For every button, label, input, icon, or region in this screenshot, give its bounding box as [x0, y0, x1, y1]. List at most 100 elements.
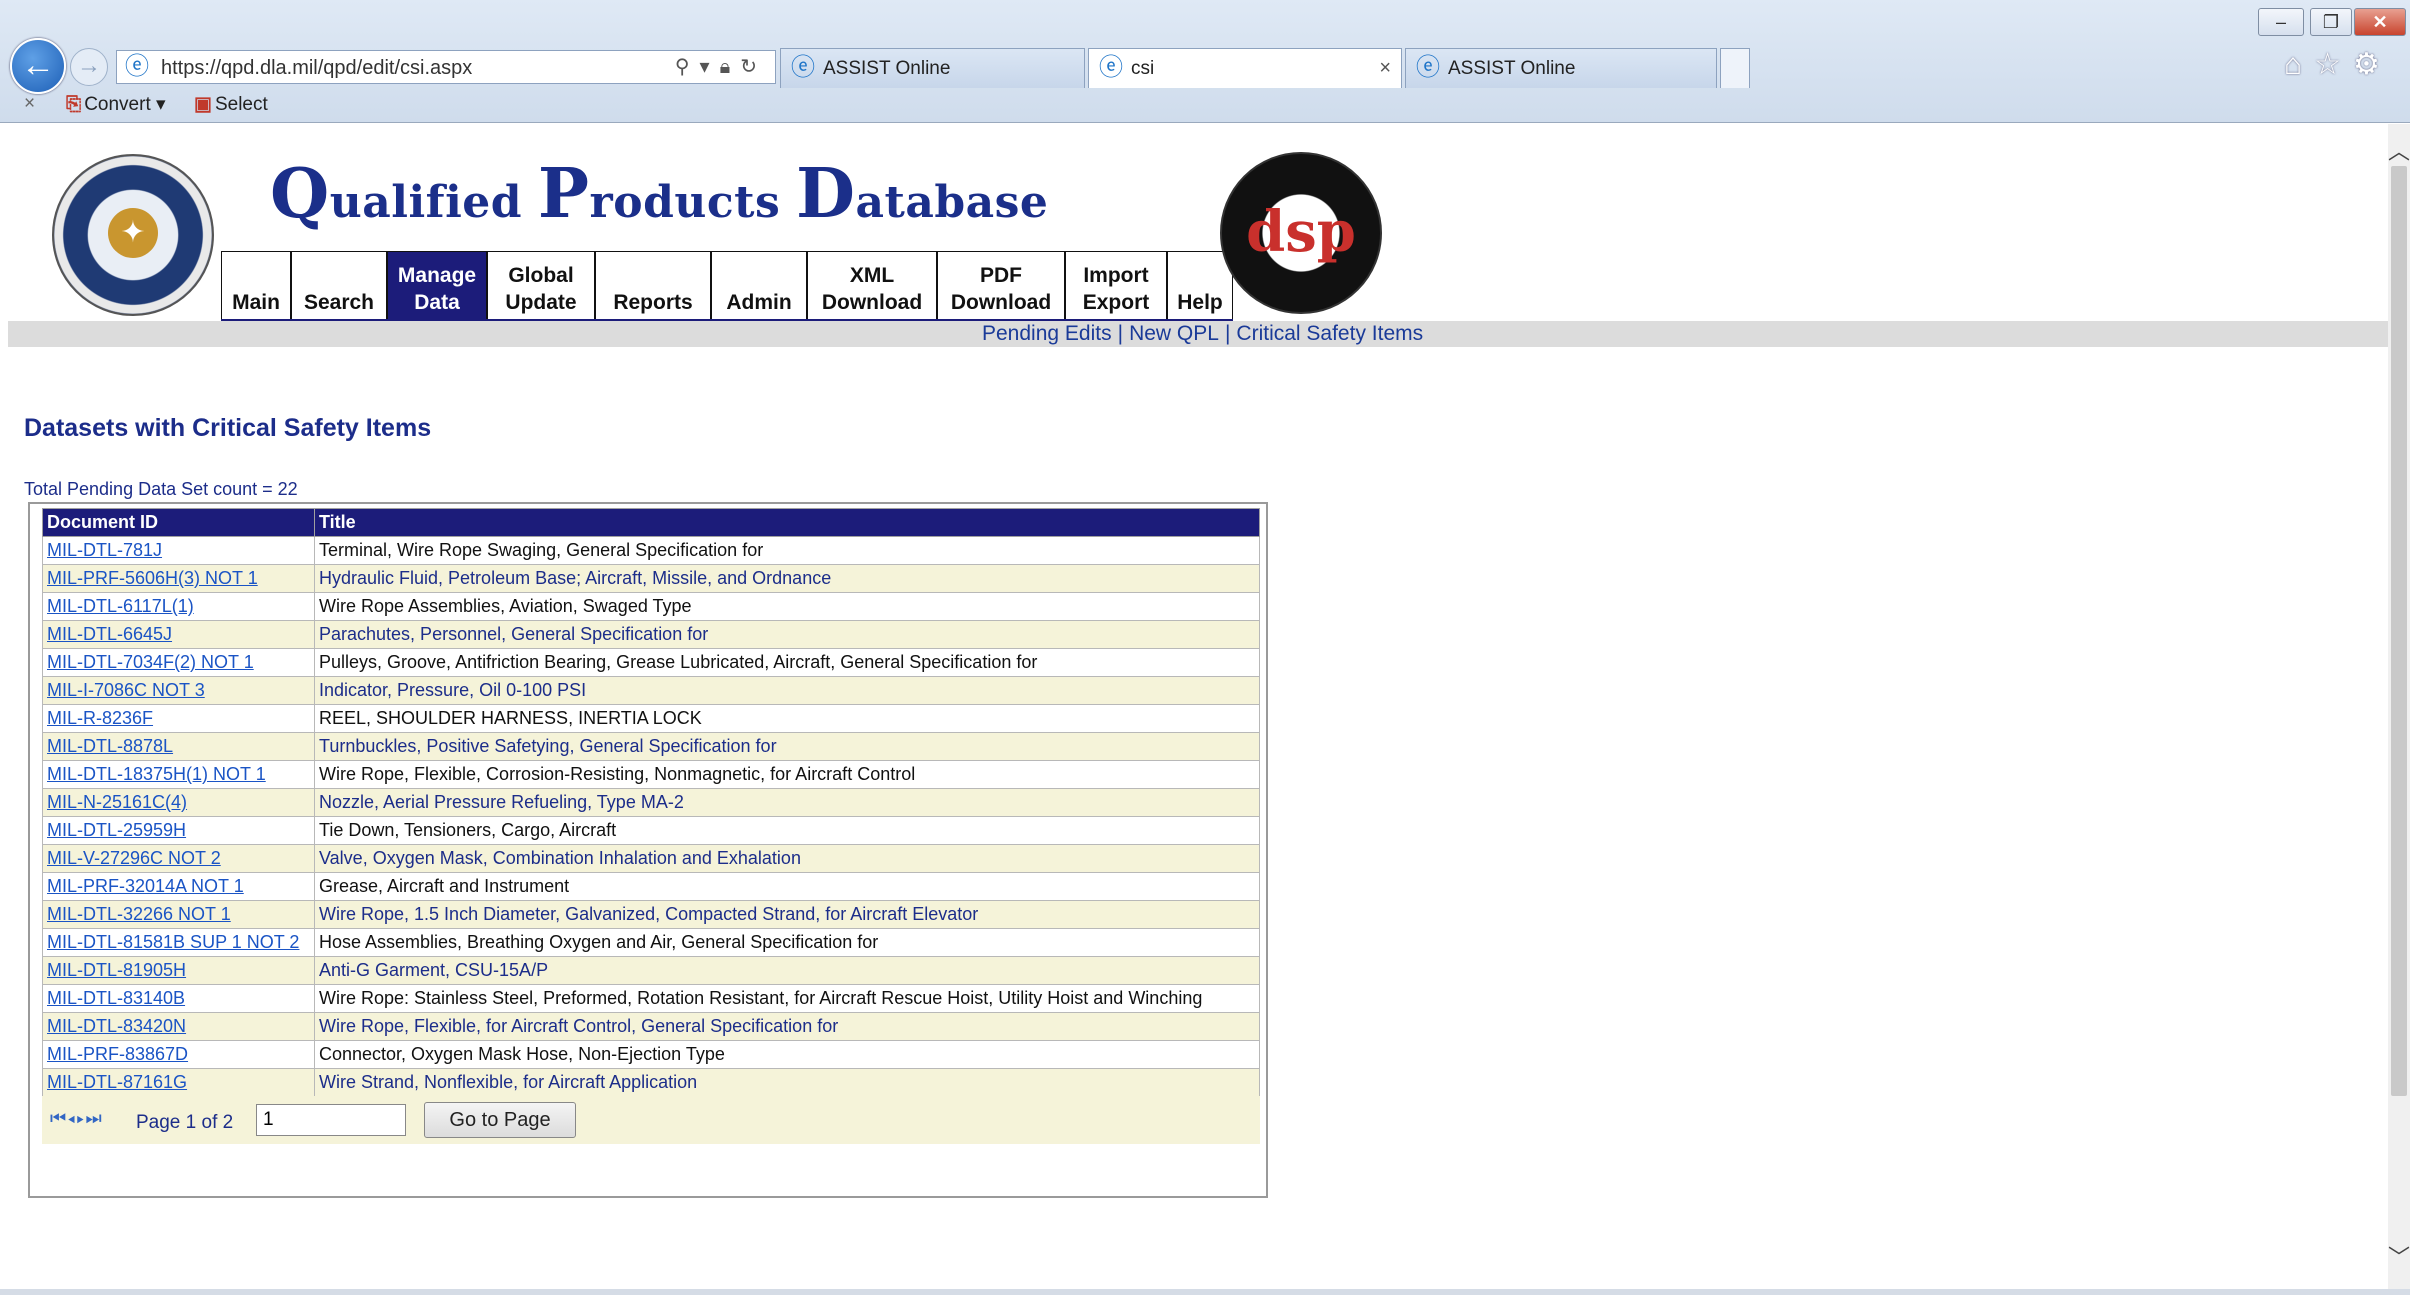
table-row: MIL-DTL-8878L Turnbuckles, Positive Safet… — [42, 732, 1260, 761]
document-id-link[interactable]: MIL-DTL-7034F(2) NOT 1 — [47, 652, 254, 672]
go-to-page-button[interactable]: Go to Page — [424, 1102, 576, 1138]
nav-item-admin[interactable]: Admin — [711, 251, 807, 319]
document-id-link[interactable]: MIL-PRF-5606H(3) NOT 1 — [47, 568, 258, 588]
table-row: MIL-V-27296C NOT 2 Valve, Oxygen Mask, Co… — [42, 844, 1260, 873]
table-row: MIL-DTL-6117L(1) Wire Rope Assemblies, Av… — [42, 592, 1260, 621]
scroll-thumb[interactable] — [2391, 166, 2407, 1096]
document-id-link[interactable]: MIL-DTL-8878L — [47, 736, 173, 756]
nav-item-reports[interactable]: Reports — [595, 251, 711, 319]
convert-label: Convert — [84, 94, 151, 115]
refresh-icon[interactable]: ↻ — [740, 56, 767, 78]
first-page-icon[interactable]: ⏮ — [50, 1108, 67, 1128]
tab-csi[interactable]: ⓔ csi × — [1088, 48, 1402, 88]
nav-item-import-export[interactable]: Import Export — [1065, 251, 1167, 319]
document-title-cell: Turnbuckles, Positive Safetying, General… — [314, 732, 1260, 761]
prev-page-icon[interactable]: ◂ — [67, 1108, 76, 1128]
new-qpl-link[interactable]: New QPL — [1129, 322, 1219, 345]
document-title-cell: Valve, Oxygen Mask, Combination Inhalati… — [314, 844, 1260, 873]
close-window-button[interactable]: ✕ — [2354, 8, 2406, 36]
favorites-star-icon[interactable]: ☆ — [2314, 48, 2353, 81]
vertical-scrollbar[interactable]: ︿ ﹀ — [2388, 124, 2410, 1289]
nav-item-pdf-download[interactable]: PDF Download — [937, 251, 1065, 319]
url-text[interactable]: https://qpd.dla.mil/qpd/edit/csi.aspx — [161, 56, 472, 80]
tab-label: ASSIST Online — [823, 58, 951, 79]
table-row: MIL-DTL-32266 NOT 1 Wire Rope, 1.5 Inch D… — [42, 900, 1260, 929]
document-id-cell: MIL-DTL-6117L(1) — [42, 592, 315, 621]
document-id-link[interactable]: MIL-PRF-83867D — [47, 1044, 188, 1064]
command-bar: × ⎘ Convert ▾ ▣ Select — [0, 90, 2410, 120]
pager-nav-icons[interactable]: ⏮◂▸⏭ — [50, 1108, 103, 1129]
document-id-link[interactable]: MIL-DTL-6645J — [47, 624, 172, 644]
critical-safety-items-link[interactable]: Critical Safety Items — [1236, 322, 1423, 345]
back-button[interactable]: ← — [10, 38, 66, 94]
tab-assist-online-1[interactable]: ⓔ ASSIST Online — [780, 48, 1085, 88]
gear-icon[interactable]: ⚙ — [2353, 48, 2392, 81]
document-id-cell: MIL-PRF-32014A NOT 1 — [42, 872, 315, 901]
table-row: MIL-DTL-81905H Anti-G Garment, CSU-15A/P — [42, 956, 1260, 985]
select-label: Select — [214, 94, 268, 115]
document-id-link[interactable]: MIL-DTL-81905H — [47, 960, 186, 980]
select-button[interactable]: ▣ Select — [194, 93, 268, 116]
lock-icon[interactable]: 🔒︎ — [720, 56, 741, 78]
browser-chrome: ‒ ❐ ✕ ← → ⓔ https://qpd.dla.mil/qpd/edit… — [0, 0, 2410, 123]
document-id-cell: MIL-DTL-32266 NOT 1 — [42, 900, 315, 929]
next-page-icon[interactable]: ▸ — [76, 1108, 85, 1128]
document-id-link[interactable]: MIL-DTL-83420N — [47, 1016, 186, 1036]
page-number-input[interactable] — [256, 1104, 406, 1136]
document-id-link[interactable]: MIL-I-7086C NOT 3 — [47, 680, 205, 700]
document-id-cell: MIL-DTL-18375H(1) NOT 1 — [42, 760, 315, 789]
close-tab-icon[interactable]: × — [1379, 57, 1391, 79]
document-id-cell: MIL-PRF-5606H(3) NOT 1 — [42, 564, 315, 593]
table-row: MIL-PRF-83867D Connector, Oxygen Mask Hos… — [42, 1040, 1260, 1069]
table-row: MIL-N-25161C(4) Nozzle, Aerial Pressure R… — [42, 788, 1260, 817]
document-id-link[interactable]: MIL-DTL-6117L(1) — [47, 596, 194, 616]
document-id-link[interactable]: MIL-R-8236F — [47, 708, 153, 728]
document-title-cell: Hose Assemblies, Breathing Oxygen and Ai… — [314, 928, 1260, 957]
document-id-cell: MIL-DTL-83140B — [42, 984, 315, 1013]
minimize-button[interactable]: ‒ — [2258, 8, 2304, 36]
document-id-link[interactable]: MIL-DTL-81581B SUP 1 NOT 2 — [47, 932, 299, 952]
document-title-cell: Tie Down, Tensioners, Cargo, Aircraft — [314, 816, 1260, 845]
scroll-down-icon[interactable]: ﹀ — [2388, 1240, 2410, 1272]
tab-assist-online-2[interactable]: ⓔ ASSIST Online — [1405, 48, 1717, 88]
document-id-cell: MIL-DTL-7034F(2) NOT 1 — [42, 648, 315, 677]
pending-edits-link[interactable]: Pending Edits — [982, 322, 1112, 345]
select-icon: ▣ — [194, 94, 212, 115]
nav-item-manage-data[interactable]: Manage Data — [387, 251, 487, 319]
sub-navigation: Pending Edits | New QPL | Critical Safety It… — [8, 321, 2388, 347]
document-title-cell: Terminal, Wire Rope Swaging, General Spe… — [314, 536, 1260, 565]
dropdown-icon[interactable]: ▾ — [700, 56, 720, 78]
pdf-icon: ⎘ — [66, 94, 82, 115]
scroll-up-icon[interactable]: ︿ — [2388, 134, 2410, 166]
document-id-link[interactable]: MIL-DTL-781J — [47, 540, 162, 560]
nav-item-global-update[interactable]: Global Update — [487, 251, 595, 319]
nav-item-main[interactable]: Main — [221, 251, 291, 319]
document-id-link[interactable]: MIL-DTL-18375H(1) NOT 1 — [47, 764, 266, 784]
table-row: MIL-PRF-32014A NOT 1 Grease, Aircraft and… — [42, 872, 1260, 901]
nav-item-xml-download[interactable]: XML Download — [807, 251, 937, 319]
chevron-down-icon[interactable]: ▾ — [156, 94, 166, 115]
home-icon[interactable]: ⌂ — [2284, 48, 2314, 81]
ie-icon: ⓔ — [125, 53, 149, 80]
nav-item-search[interactable]: Search — [291, 251, 387, 319]
last-page-icon[interactable]: ⏭ — [86, 1108, 103, 1128]
new-tab-button[interactable] — [1720, 48, 1750, 88]
convert-button[interactable]: ⎘ Convert ▾ — [66, 93, 166, 116]
search-icon[interactable]: ⚲ — [675, 56, 700, 78]
document-id-link[interactable]: MIL-V-27296C NOT 2 — [47, 848, 221, 868]
document-id-link[interactable]: MIL-DTL-25959H — [47, 820, 186, 840]
document-id-link[interactable]: MIL-PRF-32014A NOT 1 — [47, 876, 244, 896]
separator: | — [1117, 322, 1124, 345]
table-row: MIL-PRF-5606H(3) NOT 1 Hydraulic Fluid, P… — [42, 564, 1260, 593]
document-id-link[interactable]: MIL-DTL-87161G — [47, 1072, 187, 1092]
close-commandbar-icon[interactable]: × — [24, 93, 35, 115]
document-id-link[interactable]: MIL-DTL-32266 NOT 1 — [47, 904, 231, 924]
ie-icon: ⓔ — [1416, 54, 1440, 81]
document-id-link[interactable]: MIL-DTL-83140B — [47, 988, 185, 1008]
document-id-link[interactable]: MIL-N-25161C(4) — [47, 792, 187, 812]
forward-button[interactable]: → — [70, 48, 108, 86]
address-bar[interactable]: ⓔ https://qpd.dla.mil/qpd/edit/csi.aspx … — [116, 50, 776, 84]
maximize-button[interactable]: ❐ — [2310, 8, 2352, 36]
document-title-cell: Grease, Aircraft and Instrument — [314, 872, 1260, 901]
document-title-cell: Wire Rope, Flexible, Corrosion-Resisting… — [314, 760, 1260, 789]
